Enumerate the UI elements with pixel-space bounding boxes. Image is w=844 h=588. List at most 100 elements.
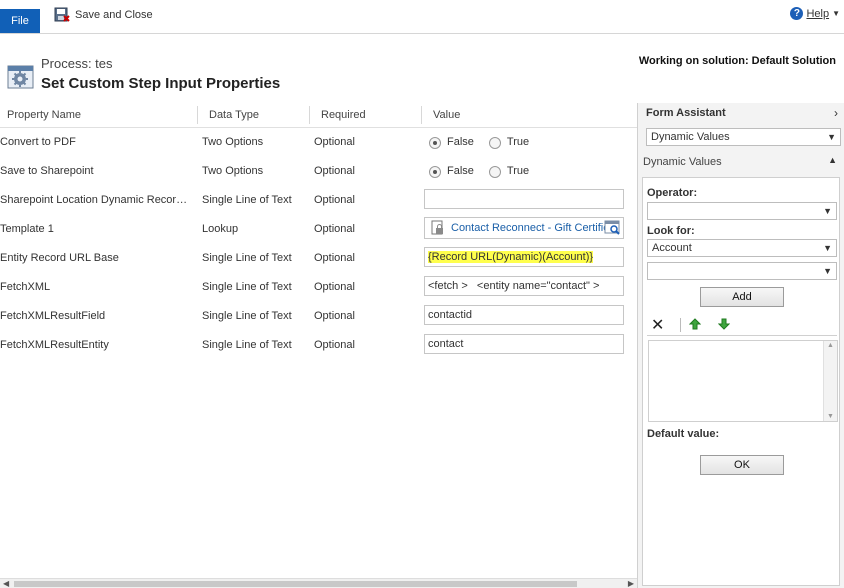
move-down-arrow-icon[interactable]	[718, 318, 730, 330]
column-separator	[309, 106, 310, 124]
dynamic-values-listbox[interactable]: ▲ ▼	[648, 340, 838, 422]
value-cell: contact	[424, 331, 624, 360]
data-type: Two Options	[202, 165, 264, 177]
required-level: Optional	[314, 136, 355, 148]
table-row: Save to Sharepoint Two Options Optional …	[0, 157, 637, 186]
required-level: Optional	[314, 165, 355, 177]
add-button[interactable]: Add	[700, 287, 784, 307]
lock-document-icon	[431, 220, 443, 235]
solution-indicator: Working on solution: Default Solution	[638, 55, 836, 67]
data-type: Single Line of Text	[202, 310, 292, 322]
collapse-up-icon[interactable]: ▲	[828, 155, 837, 165]
default-value-label: Default value:	[647, 428, 720, 440]
property-name: Template 1	[0, 223, 54, 235]
operator-label: Operator:	[647, 187, 698, 199]
look-for-attribute-select[interactable]: ▼	[647, 262, 837, 280]
chevron-right-icon[interactable]: ›	[834, 106, 838, 120]
chevron-down-icon: ▼	[823, 206, 832, 216]
fetchxml-result-entity-input[interactable]: contact	[424, 334, 624, 354]
column-separator	[197, 106, 198, 124]
table-row: FetchXMLResultField Single Line of Text …	[0, 302, 637, 331]
data-type: Single Line of Text	[202, 252, 292, 264]
column-header-property-name[interactable]: Property Name	[7, 103, 81, 127]
save-and-close-button[interactable]: Save and Close	[54, 6, 153, 24]
assistant-mode-value: Dynamic Values	[651, 131, 730, 143]
required-level: Optional	[314, 281, 355, 293]
help-menu[interactable]: ? Help ▼	[790, 7, 840, 20]
chevron-down-icon: ▼	[832, 9, 840, 18]
move-up-arrow-icon[interactable]	[689, 318, 701, 330]
properties-grid: Property Name Data Type Required Value C…	[0, 103, 637, 578]
required-level: Optional	[314, 310, 355, 322]
assistant-mode-select[interactable]: Dynamic Values ▼	[646, 128, 841, 146]
ok-button[interactable]: OK	[700, 455, 784, 475]
horizontal-scrollbar[interactable]: ◀ ▶	[0, 578, 637, 588]
look-for-label: Look for:	[647, 225, 695, 237]
value-cell: Contact Reconnect - Gift Certific	[424, 215, 624, 244]
help-label: Help	[806, 7, 830, 20]
data-type: Single Line of Text	[202, 281, 292, 293]
command-ribbon: File Save and Close ? Help ▼	[0, 0, 844, 34]
dynamic-value-token: {Record URL(Dynamic)(Account)}	[428, 251, 594, 263]
scroll-left-icon[interactable]: ◀	[3, 579, 9, 588]
property-name: Convert to PDF	[0, 136, 76, 148]
property-name: FetchXMLResultEntity	[0, 339, 109, 351]
table-row: Entity Record URL Base Single Line of Te…	[0, 244, 637, 273]
data-type: Lookup	[202, 223, 239, 235]
property-name: Save to Sharepoint	[0, 165, 94, 177]
scroll-right-icon[interactable]: ▶	[628, 579, 634, 588]
true-radio[interactable]	[488, 165, 501, 178]
table-row: Template 1 Lookup Optional Contact Recon…	[0, 215, 637, 244]
property-name: FetchXML	[0, 281, 51, 293]
required-level: Optional	[314, 194, 355, 206]
table-row: Sharepoint Location Dynamic Record ... S…	[0, 186, 637, 215]
listbox-scrollbar[interactable]: ▲ ▼	[823, 341, 837, 421]
look-for-value: Account	[652, 242, 692, 254]
required-level: Optional	[314, 223, 355, 235]
false-label: False	[447, 165, 474, 177]
chevron-down-icon: ▼	[823, 243, 832, 253]
chevron-down-icon: ▼	[823, 266, 832, 276]
chevron-down-icon: ▼	[827, 132, 836, 142]
save-close-icon	[54, 7, 70, 22]
data-type: Single Line of Text	[202, 339, 292, 351]
sharepoint-location-input[interactable]	[424, 189, 624, 209]
column-header-required[interactable]: Required	[321, 103, 366, 127]
fetchxml-input[interactable]: <fetch > <entity name="contact" >	[424, 276, 624, 296]
operator-select[interactable]: ▼	[647, 202, 837, 220]
page-title: Set Custom Step Input Properties	[41, 75, 281, 92]
lookup-search-icon[interactable]	[604, 220, 622, 236]
true-label: True	[506, 165, 530, 177]
template-lookup-field[interactable]: Contact Reconnect - Gift Certific	[424, 217, 624, 239]
scrollbar-thumb[interactable]	[14, 581, 577, 587]
false-radio[interactable]	[429, 165, 441, 178]
save-close-label: Save and Close	[75, 9, 153, 21]
dynamic-values-panel: Operator: ▼ Look for: Account ▼ ▼ Add ✕ …	[642, 177, 840, 586]
form-assistant-title: Form Assistant	[646, 107, 726, 119]
form-assistant-pane: Form Assistant › Dynamic Values ▼ Dynami…	[638, 103, 844, 588]
required-level: Optional	[314, 339, 355, 351]
value-cell: contactid	[424, 302, 624, 331]
column-header-data-type[interactable]: Data Type	[209, 103, 259, 127]
value-cell: <fetch > <entity name="contact" >	[424, 273, 624, 302]
entity-record-url-input[interactable]: {Record URL(Dynamic)(Account)}	[424, 247, 624, 267]
false-radio[interactable]	[429, 136, 441, 149]
fetchxml-result-field-input[interactable]: contactid	[424, 305, 624, 325]
true-radio[interactable]	[488, 136, 501, 149]
data-type: Two Options	[202, 136, 264, 148]
process-gear-icon	[7, 65, 34, 89]
look-for-entity-select[interactable]: Account ▼	[647, 239, 837, 257]
property-name: FetchXMLResultField	[0, 310, 106, 322]
false-label: False	[447, 136, 474, 148]
value-cell: {Record URL(Dynamic)(Account)}	[424, 244, 624, 273]
dynamic-values-section-label: Dynamic Values	[643, 156, 722, 168]
template-lookup-value[interactable]: Contact Reconnect - Gift Certific	[451, 215, 611, 243]
column-header-value[interactable]: Value	[433, 103, 460, 127]
file-button[interactable]: File	[0, 9, 40, 33]
panel-divider	[647, 335, 837, 336]
delete-x-icon[interactable]: ✕	[651, 315, 664, 335]
scroll-down-icon[interactable]: ▼	[827, 413, 834, 420]
value-cell: False True	[424, 128, 624, 157]
value-cell: False True	[424, 157, 624, 186]
scroll-up-icon[interactable]: ▲	[827, 342, 834, 349]
